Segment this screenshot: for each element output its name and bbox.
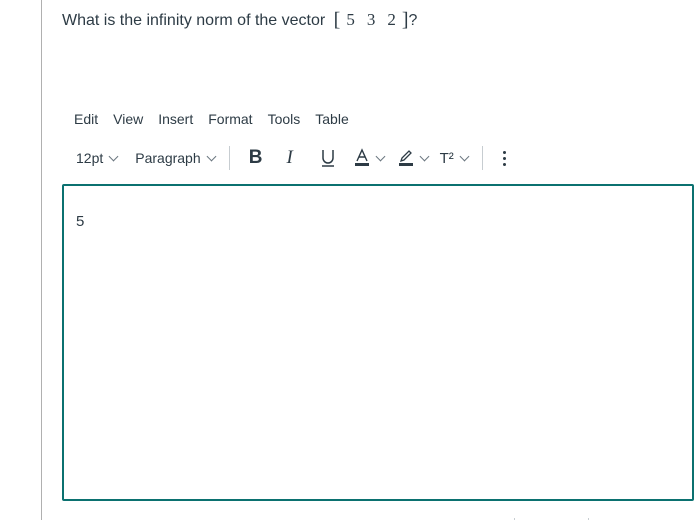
question-text: What is the infinity norm of the vector … (62, 8, 417, 31)
more-options-button[interactable] (497, 150, 513, 166)
superscript-button[interactable]: T² (439, 149, 470, 167)
vector-entry: 2 (387, 10, 396, 29)
chevron-down-icon (459, 151, 470, 161)
text-color-icon (354, 148, 369, 166)
menu-tools[interactable]: Tools (268, 111, 301, 127)
vertical-ellipsis-icon (503, 150, 507, 166)
superscript-icon: T² (439, 149, 454, 167)
editor-menubar: Edit View Insert Format Tools Table (74, 111, 364, 127)
question-mark: ? (408, 12, 418, 29)
rich-text-editor-area[interactable]: 5 (62, 184, 694, 501)
content-left-border (41, 0, 42, 520)
underline-icon (321, 150, 334, 167)
font-size-value: 12pt (76, 150, 104, 166)
toolbar-separator (228, 146, 230, 170)
menu-format[interactable]: Format (208, 111, 252, 127)
chevron-down-icon (108, 151, 119, 161)
text-color-button[interactable] (354, 148, 386, 168)
vector-entry: 5 (346, 10, 355, 29)
italic-icon: I (286, 147, 293, 168)
menu-insert[interactable]: Insert (158, 111, 193, 127)
menu-table[interactable]: Table (315, 111, 348, 127)
menu-view[interactable]: View (113, 111, 143, 127)
vector-open-bracket: [ (333, 9, 341, 31)
question-prompt: What is the infinity norm of the vector (62, 12, 326, 29)
block-format-value: Paragraph (135, 150, 201, 166)
editor-content: 5 (76, 213, 85, 230)
chevron-down-icon (375, 151, 386, 161)
chevron-down-icon (206, 151, 217, 161)
chevron-down-icon (419, 151, 430, 161)
vector-expression: [5 3 2] (333, 9, 409, 31)
vector-close-bracket: ] (401, 9, 409, 31)
vector-entry: 3 (366, 10, 376, 29)
bold-icon: B (248, 147, 263, 168)
italic-button[interactable]: I (278, 147, 302, 169)
highlight-color-button[interactable] (398, 148, 430, 168)
toolbar-separator (481, 146, 483, 170)
highlighter-icon (398, 150, 413, 166)
block-format-dropdown[interactable]: Paragraph (135, 150, 217, 166)
bold-button[interactable]: B (244, 147, 268, 169)
editor-toolbar: 12pt Paragraph B I T² (76, 146, 513, 170)
underline-button[interactable] (316, 148, 340, 168)
font-size-dropdown[interactable]: 12pt (76, 150, 119, 166)
menu-edit[interactable]: Edit (74, 111, 98, 127)
